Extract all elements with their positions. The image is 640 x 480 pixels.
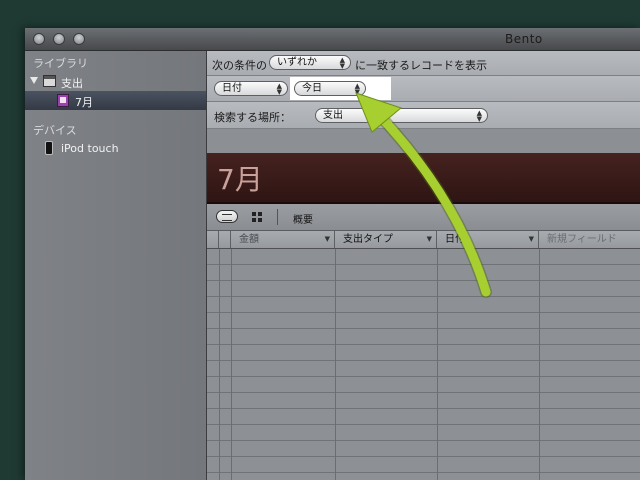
column-header-new-field[interactable]: 新規フィールド — [539, 231, 640, 248]
sidebar-item-ipod[interactable]: iPod touch — [25, 139, 206, 158]
collection-title: 7月 — [217, 163, 263, 196]
ipod-icon — [45, 141, 53, 155]
sort-arrow-icon: ▼ — [528, 235, 534, 243]
column-header-label: 新規フィールド — [547, 234, 617, 245]
match-popup-value: いずれか — [277, 57, 317, 68]
sort-arrow-icon: ▼ — [324, 235, 330, 243]
criteria-prefix: 次の条件の — [212, 59, 267, 72]
close-button[interactable] — [33, 33, 45, 45]
zoom-button[interactable] — [73, 33, 85, 45]
match-popup[interactable]: いずれか ▲ ▼ — [269, 55, 351, 70]
value-popup[interactable]: 今日 ▲ ▼ — [294, 81, 366, 96]
popup-arrows-icon: ▲ ▼ — [476, 109, 482, 123]
popup-arrows-icon: ▲ ▼ — [354, 82, 360, 96]
table-header: 金額 ▼ 支出タイプ ▼ 日付 ▼ 新規フィールド — [207, 231, 640, 249]
sort-arrow-icon: ▼ — [426, 235, 432, 243]
bento-window: Bento ライブラリ 支出 7月 デバイス iPod touch 次の条件の … — [25, 28, 640, 480]
search-location-popup[interactable]: 支出 ▲ ▼ — [315, 108, 488, 123]
criteria-row-search: 検索する場所： 支出 ▲ ▼ — [207, 102, 640, 129]
field-popup[interactable]: 日付 ▲ ▼ — [214, 81, 288, 96]
window-title: Bento — [505, 32, 543, 46]
library-heading: ライブラリ — [33, 57, 88, 70]
row-number-header — [207, 231, 219, 248]
view-toolbar: 概要 — [207, 204, 640, 231]
column-divider — [219, 249, 220, 480]
records-table[interactable] — [207, 249, 640, 480]
value-popup-value: 今日 — [302, 83, 322, 94]
column-divider — [231, 249, 232, 480]
search-label: 検索する場所： — [214, 111, 291, 124]
column-header-date[interactable]: 日付 ▼ — [437, 231, 539, 248]
grid-view-icon[interactable] — [252, 212, 263, 222]
column-header-label: 日付 — [445, 234, 465, 245]
column-header-label: 支出タイプ — [343, 234, 393, 245]
column-divider — [539, 249, 540, 480]
sidebar-item-july[interactable]: 7月 — [25, 91, 206, 110]
row-marker-header — [219, 231, 231, 248]
summary-button[interactable]: 概要 — [293, 211, 313, 226]
column-header-expense-type[interactable]: 支出タイプ ▼ — [335, 231, 437, 248]
minimize-button[interactable] — [53, 33, 65, 45]
smart-collection-icon — [57, 94, 69, 107]
sidebar-item-expenses[interactable]: 支出 — [25, 72, 206, 91]
title-bar: Bento — [25, 28, 640, 51]
toolbar-divider — [277, 209, 278, 225]
disclosure-triangle-icon[interactable] — [30, 77, 38, 84]
field-popup-value: 日付 — [222, 83, 242, 94]
popup-arrows-icon: ▲ ▼ — [276, 82, 282, 96]
criteria-row-condition: 日付 ▲ ▼ 今日 ▲ ▼ — [207, 76, 640, 102]
column-header-amount[interactable]: 金額 ▼ — [231, 231, 335, 248]
main-content: 次の条件の いずれか ▲ ▼ に一致するレコードを表示 日付 ▲ ▼ 今日 ▲ ▼ 検… — [207, 51, 640, 480]
criteria-suffix: に一致するレコードを表示 — [355, 59, 487, 72]
sidebar-item-label: 7月 — [75, 96, 93, 109]
search-popup-value: 支出 — [323, 110, 343, 121]
popup-arrows-icon: ▲ ▼ — [339, 56, 345, 70]
sidebar-item-label: iPod touch — [61, 142, 119, 155]
column-divider — [335, 249, 336, 480]
column-header-label: 金額 — [239, 234, 259, 245]
devices-heading: デバイス — [33, 124, 77, 137]
collection-banner: 7月 — [207, 153, 640, 204]
list-view-icon[interactable] — [216, 210, 238, 223]
sidebar: ライブラリ 支出 7月 デバイス iPod touch — [25, 51, 207, 480]
column-divider — [437, 249, 438, 480]
sidebar-item-label: 支出 — [61, 77, 83, 90]
criteria-row-match: 次の条件の いずれか ▲ ▼ に一致するレコードを表示 — [207, 51, 640, 76]
calendar-icon — [43, 75, 56, 87]
